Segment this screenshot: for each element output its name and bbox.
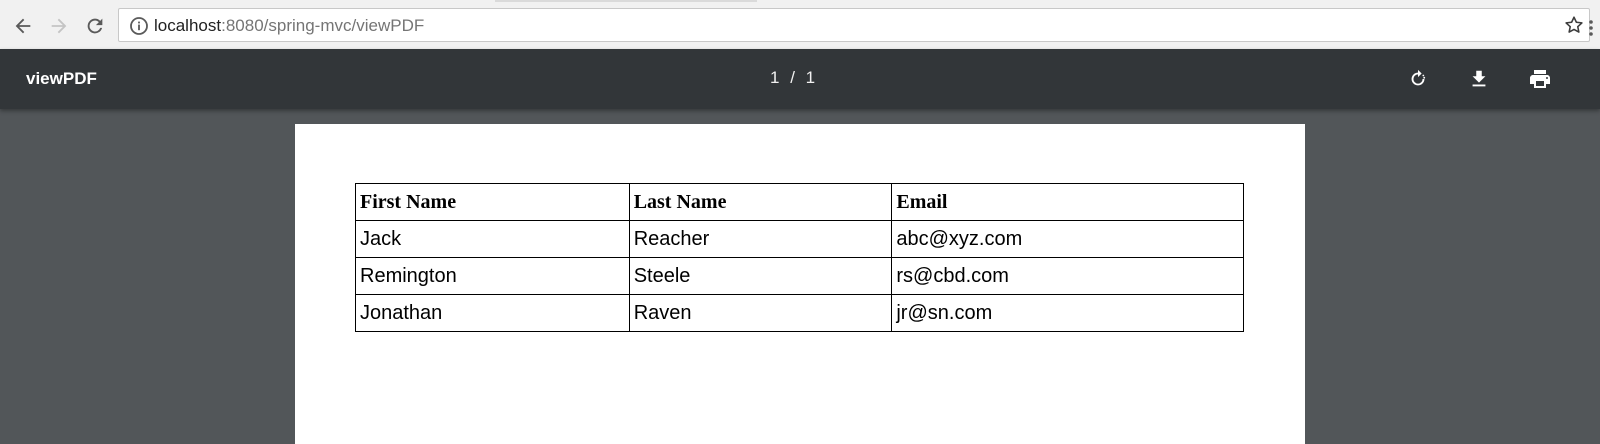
url-path: :8080/spring-mvc/viewPDF	[221, 16, 425, 35]
document-title: viewPDF	[26, 69, 97, 88]
printer-icon	[1530, 70, 1550, 88]
url-host: localhost	[154, 16, 222, 35]
table-row: Jonathan Raven jr@sn.com	[355, 294, 1244, 332]
pdf-page: First Name Last Name Email Jack Reacher …	[295, 124, 1305, 444]
address-bar[interactable]: localhost:8080/spring-mvc/viewPDF	[118, 8, 1590, 42]
cell-last-name: Raven	[628, 294, 893, 332]
back-button[interactable]	[9, 12, 37, 40]
table-row: Remington Steele rs@cbd.com	[355, 257, 1244, 295]
cell-last-name: Steele	[628, 257, 893, 295]
cell-email: abc@xyz.com	[891, 220, 1244, 258]
page-separator: /	[790, 68, 795, 87]
pdf-viewer-area[interactable]: First Name Last Name Email Jack Reacher …	[0, 109, 1600, 444]
total-pages: 1	[805, 68, 816, 87]
download-button[interactable]	[1464, 64, 1494, 94]
url-text[interactable]: localhost:8080/spring-mvc/viewPDF	[154, 16, 424, 36]
table-row: Jack Reacher abc@xyz.com	[355, 220, 1244, 258]
forward-button[interactable]	[45, 12, 73, 40]
cell-first-name: Jack	[355, 220, 630, 258]
page-counter: 1 / 1	[770, 67, 830, 89]
rotate-button[interactable]	[1403, 64, 1433, 94]
pdf-toolbar: viewPDF 1 / 1	[0, 49, 1600, 109]
active-tab-edge	[495, 0, 757, 2]
header-email: Email	[891, 183, 1244, 221]
more-menu-icon[interactable]	[1588, 19, 1594, 42]
reload-icon	[87, 18, 103, 34]
bookmark-star-icon[interactable]	[1563, 14, 1585, 41]
table-header-row: First Name Last Name Email	[355, 183, 1244, 221]
header-first-name: First Name	[355, 183, 630, 221]
cell-first-name: Jonathan	[355, 294, 630, 332]
back-arrow-icon	[15, 18, 31, 34]
info-icon[interactable]	[129, 16, 149, 41]
forward-arrow-icon	[51, 18, 67, 34]
cell-email: rs@cbd.com	[891, 257, 1244, 295]
cell-email: jr@sn.com	[891, 294, 1244, 332]
contacts-table: First Name Last Name Email Jack Reacher …	[355, 183, 1244, 332]
cell-last-name: Reacher	[628, 220, 893, 258]
browser-toolbar: localhost:8080/spring-mvc/viewPDF	[0, 4, 1600, 50]
rotate-clockwise-icon	[1411, 69, 1426, 86]
header-last-name: Last Name	[628, 183, 893, 221]
print-button[interactable]	[1525, 64, 1555, 94]
cell-first-name: Remington	[355, 257, 630, 295]
current-page-number[interactable]: 1	[770, 67, 779, 89]
download-icon	[1472, 70, 1486, 87]
reload-button[interactable]	[81, 12, 109, 40]
